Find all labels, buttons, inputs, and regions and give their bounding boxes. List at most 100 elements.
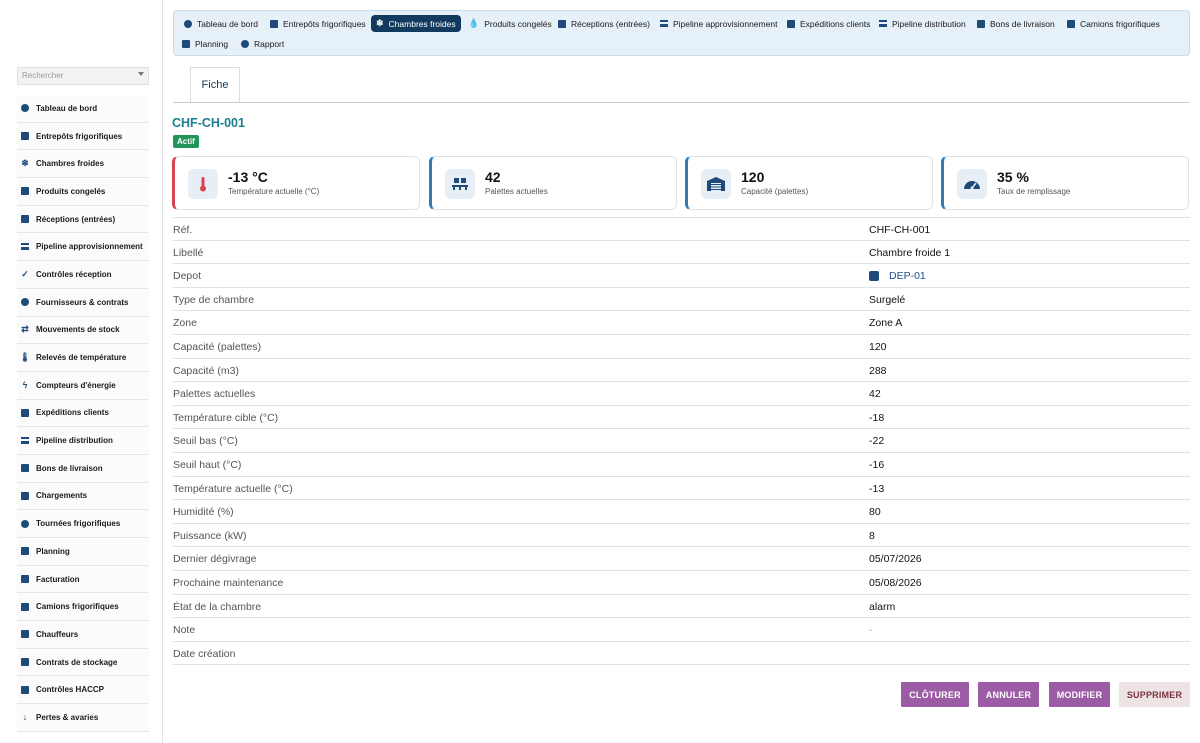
field-value: 8: [869, 529, 875, 542]
sidebar-item-controles-reception[interactable]: ✓ Contrôles réception: [17, 261, 149, 289]
detail-table: Réf. CHF-CH-001 Libellé Chambre froide 1 D…: [173, 217, 1190, 666]
kpi-value: 42: [485, 169, 501, 185]
cancel-button[interactable]: ANNULER: [978, 682, 1039, 707]
warehouse-icon: [701, 169, 731, 199]
field-value: 288: [869, 364, 887, 377]
sidebar-item-chargements[interactable]: Chargements: [17, 482, 149, 511]
pallet-icon: [445, 169, 475, 199]
field-value: Chambre froide 1: [869, 246, 951, 259]
dolly-icon: [20, 491, 30, 501]
sidebar-item-label: Mouvements de stock: [36, 325, 120, 335]
tab-tableau-de-bord[interactable]: Tableau de bord: [179, 15, 263, 32]
tab-label: Planning: [195, 38, 229, 49]
field-row: Date création: [173, 642, 1190, 666]
dashboard-icon: [184, 19, 192, 28]
search-select[interactable]: Rechercher: [17, 67, 149, 85]
sidebar-item-mouvements[interactable]: ⇄ Mouvements de stock: [17, 316, 149, 345]
delete-button[interactable]: SUPPRIMER: [1119, 682, 1190, 707]
tab-label: Tableau de bord: [197, 18, 258, 29]
tab-bons-livraison[interactable]: Bons de livraison: [972, 15, 1060, 32]
tab-camions[interactable]: Camions frigorifiques: [1062, 15, 1165, 32]
close-record-button[interactable]: CLÔTURER: [901, 682, 969, 707]
field-value: Zone A: [869, 317, 903, 330]
field-value: 05/07/2026: [869, 553, 922, 566]
dolly-icon: [20, 214, 30, 224]
sidebar-item-receptions[interactable]: Réceptions (entrées): [17, 205, 149, 234]
field-row: Palettes actuelles 42: [173, 382, 1190, 406]
field-row: Depot DEP-01: [173, 264, 1190, 288]
tab-pipeline-appro[interactable]: Pipeline approvisionnement: [655, 15, 782, 32]
chevron-down-icon[interactable]: [138, 72, 144, 76]
field-label: Température cible (°C): [173, 411, 279, 424]
arrow-down-icon: ↓: [22, 711, 28, 722]
field-value: -: [869, 624, 873, 637]
kpi-caption: Palettes actuelles: [485, 187, 548, 196]
thermometer-icon: [188, 169, 218, 199]
depot-link[interactable]: DEP-01: [869, 270, 926, 282]
field-row: Seuil bas (°C) -22: [173, 429, 1190, 453]
sidebar-item-pipeline-appro[interactable]: Pipeline approvisionnement: [17, 233, 149, 262]
sidebar-item-fournisseurs[interactable]: Fournisseurs & contrats: [17, 288, 149, 317]
tab-fiche-label: Fiche: [201, 79, 229, 91]
sidebar-item-chauffeurs[interactable]: Chauffeurs: [17, 621, 149, 649]
sidebar-item-compteurs[interactable]: ϟ Compteurs d'énergie: [17, 371, 149, 400]
sidebar-item-label: Produits congelés: [36, 186, 106, 196]
tab-pipeline-distrib[interactable]: Pipeline distribution: [874, 15, 971, 32]
sidebar-item-tableau-de-bord[interactable]: Tableau de bord: [17, 95, 149, 123]
sidebar-item-label: Pertes & avaries: [36, 712, 99, 722]
checklist-icon: ✓: [21, 268, 29, 279]
sidebar-item-tournees[interactable]: Tournées frigorifiques: [17, 510, 149, 538]
truck-icon: [20, 463, 30, 473]
field-label: État de la chambre: [173, 600, 262, 613]
drop-icon: 💧: [468, 18, 480, 28]
id-card-icon: [20, 629, 30, 639]
tab-entrepots[interactable]: Entrepôts frigorifiques: [265, 15, 371, 32]
field-row: Libellé Chambre froide 1: [173, 241, 1190, 265]
field-label: Humidité (%): [173, 506, 234, 519]
field-value: Surgelé: [869, 293, 906, 306]
sidebar-item-bons-livraison[interactable]: Bons de livraison: [17, 454, 149, 483]
field-label: Réf.: [173, 224, 193, 236]
field-row: Réf. CHF-CH-001: [173, 217, 1190, 241]
sidebar-item-contrats[interactable]: Contrats de stockage: [17, 648, 149, 677]
kpi-card-capacity: 120 Capacité (palettes): [685, 156, 933, 210]
field-row: Dernier dégivrage 05/07/2026: [173, 547, 1190, 571]
sidebar-item-releves[interactable]: 🌡 Relevés de température: [17, 344, 149, 372]
sidebar-item-entrepots[interactable]: Entrepôts frigorifiques: [17, 122, 149, 151]
tab-expeditions[interactable]: Expéditions clients: [782, 15, 875, 32]
field-row: État de la chambre alarm: [173, 595, 1190, 619]
sidebar-item-chambres-froides[interactable]: ❄ Chambres froides: [17, 150, 149, 179]
divider: [173, 102, 1190, 103]
tab-label: Expéditions clients: [800, 18, 871, 29]
box-icon: [20, 186, 30, 196]
tab-produits[interactable]: 💧 Produits congelés: [463, 15, 557, 32]
field-label: Seuil bas (°C): [173, 435, 238, 448]
tab-receptions[interactable]: Réceptions (entrées): [553, 15, 655, 32]
tab-rapport[interactable]: Rapport: [236, 35, 289, 52]
sidebar-item-facturation[interactable]: Facturation: [17, 565, 149, 594]
sidebar-item-planning[interactable]: Planning: [17, 538, 149, 566]
field-label: Note: [173, 624, 196, 637]
tab-fiche[interactable]: Fiche: [190, 67, 240, 102]
sidebar-item-camions[interactable]: Camions frigorifiques: [17, 593, 149, 622]
field-value: alarm: [869, 600, 896, 613]
field-value: -16: [869, 458, 885, 471]
tab-label: Bons de livraison: [990, 18, 1055, 29]
document-icon: [787, 19, 795, 28]
edit-button[interactable]: MODIFIER: [1049, 682, 1110, 707]
field-row: Note -: [173, 618, 1190, 642]
sidebar-item-produits[interactable]: Produits congelés: [17, 178, 149, 206]
sidebar-item-label: Compteurs d'énergie: [36, 380, 116, 390]
tab-planning[interactable]: Planning: [177, 35, 233, 52]
sidebar-item-pertes[interactable]: ↓ Pertes & avaries: [17, 704, 149, 732]
sidebar-item-expeditions[interactable]: Expéditions clients: [17, 399, 149, 428]
bolt-icon: ϟ: [22, 379, 28, 390]
sidebar-item-pipeline-distrib[interactable]: Pipeline distribution: [17, 427, 149, 455]
field-row: Prochaine maintenance 05/08/2026: [173, 571, 1190, 595]
field-label: Seuil haut (°C): [173, 458, 242, 471]
kpi-value: 120: [741, 169, 765, 185]
tab-label: Produits congelés: [484, 18, 552, 29]
tab-chambres-froides[interactable]: ❄ Chambres froides: [371, 15, 461, 32]
field-label: Dernier dégivrage: [173, 553, 257, 566]
sidebar-item-haccp[interactable]: Contrôles HACCP: [17, 676, 149, 705]
